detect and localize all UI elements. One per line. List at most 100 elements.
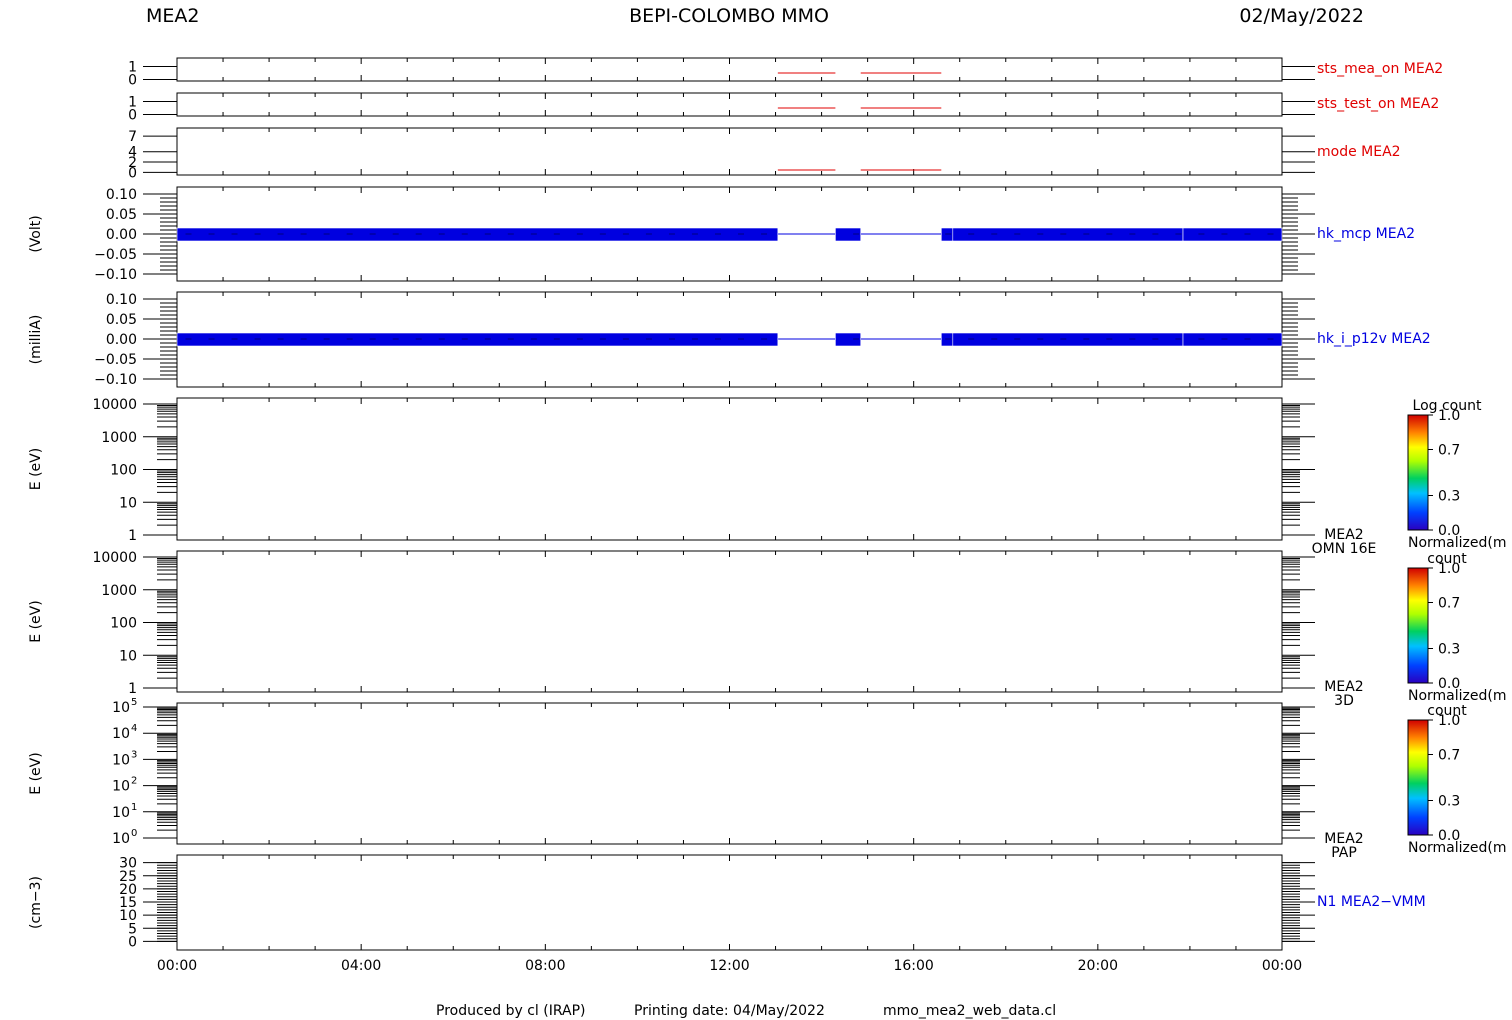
y-tick-label: 0 [128, 934, 137, 950]
panel-3d: 100001000100101E (eV)MEA23Dcount1.00.70.… [28, 550, 1507, 709]
colorbar-tick-label: 1.0 [1438, 561, 1460, 577]
footer-printing-date: Printing date: 04/May/2022 [634, 1003, 825, 1019]
x-tick-label: 12:00 [709, 958, 749, 974]
colorbar [1407, 719, 1429, 836]
x-tick-label: 20:00 [1078, 958, 1118, 974]
panel-frame [176, 397, 1283, 541]
colorbar-tick-label: 0.3 [1438, 642, 1460, 658]
y-axis-label: E (eV) [28, 752, 44, 794]
y-axis-label: (cm−3) [28, 876, 44, 929]
y-tick-label: 0.00 [106, 227, 137, 243]
x-axis: 00:00 04:00 08:00 12:00 16:00 20:00 00:00 [157, 958, 1302, 974]
header-date: 02/May/2022 [1239, 5, 1364, 27]
y-tick-exponent: 3 [131, 749, 137, 760]
panel-label: 3D [1334, 693, 1354, 709]
y-tick-label: 0.00 [106, 332, 137, 348]
panel-hk_mcp: 0.10 0.05 0.00 −0.05 −0.10 (Volt) hk_mcp MEA2 [28, 186, 1415, 283]
y-tick-label: −0.05 [94, 247, 137, 263]
colorbar-footer: Normalized(m [1408, 688, 1507, 704]
colorbar-tick-label: 0.3 [1438, 794, 1460, 810]
colorbar-tick-label: 0.7 [1438, 748, 1460, 764]
y-axis-label: E (eV) [28, 448, 44, 490]
header-instrument: MEA2 [146, 5, 199, 27]
y-tick-exponent: 2 [131, 776, 137, 787]
colorbar-tick-label: 1.0 [1438, 713, 1460, 729]
footer: Produced by cl (IRAP) Printing date: 04/… [436, 1003, 1056, 1019]
panel-frame [176, 127, 1283, 176]
y-tick-exponent: 5 [131, 697, 137, 708]
y-tick-exponent: 0 [131, 828, 137, 839]
y-tick-label: −0.10 [94, 267, 137, 283]
y-tick-label: 0 [128, 108, 137, 124]
y-tick-label: 10 [112, 805, 130, 821]
y-tick-label: 10 [112, 752, 130, 768]
y-tick-label: 10000 [92, 550, 137, 566]
y-tick-label: 100 [110, 616, 137, 632]
y-tick-label: 1000 [101, 430, 137, 446]
footer-script: mmo_mea2_web_data.cl [883, 1003, 1056, 1019]
x-tick-label: 00:00 [1262, 958, 1302, 974]
series-label: hk_mcp MEA2 [1317, 226, 1415, 242]
y-tick-label: 7 [128, 129, 137, 145]
y-tick-label: 0 [128, 73, 137, 89]
panel-frame [176, 550, 1283, 693]
x-tick-label: 00:00 [157, 958, 197, 974]
colorbar-footer: Normalized(m [1408, 840, 1507, 856]
colorbar-tick-label: 0.3 [1438, 489, 1460, 505]
y-axis-label: E (eV) [28, 600, 44, 642]
panel-sts_test_on: 10sts_test_on MEA2 [128, 92, 1439, 124]
panel-hk_i_p12v: 0.10 0.05 0.00 −0.05 −0.10 (milliA) hk_i_p12v … [28, 291, 1431, 388]
data-block [952, 332, 1184, 347]
colorbar-tick-label: 0.7 [1438, 443, 1460, 459]
panel-pap: 10 510 410 310 210 110 0E (eV)MEA2PAPcount1.00… [28, 697, 1507, 861]
y-tick-label: −0.05 [94, 352, 137, 368]
header: MEA2 BEPI-COLOMBO MMO 02/May/2022 [146, 5, 1364, 27]
y-tick-label: 0 [128, 165, 137, 181]
y-tick-label: 0.10 [106, 187, 137, 203]
panel-n1: 302520151050(cm−3) N1 MEA2−VMM [28, 854, 1426, 951]
y-tick-label: 1 [128, 528, 137, 544]
header-mission: BEPI-COLOMBO MMO [629, 5, 829, 27]
series-label: sts_test_on MEA2 [1317, 96, 1439, 112]
x-tick-label: 08:00 [525, 958, 565, 974]
y-tick-exponent: 4 [131, 723, 137, 734]
y-tick-label: 10 [112, 779, 130, 795]
data-block [952, 227, 1184, 242]
x-tick-label: 04:00 [341, 958, 381, 974]
panel-label: OMN 16E [1312, 541, 1377, 557]
panel-sts_mea_on: 10sts_mea_on MEA2 [128, 57, 1443, 89]
colorbar-tick-label: 0.7 [1438, 596, 1460, 612]
series-label: N1 MEA2−VMM [1317, 894, 1426, 910]
y-tick-label: 1 [128, 681, 137, 697]
panel-label: PAP [1331, 845, 1357, 861]
y-tick-label: 10 [112, 726, 130, 742]
colorbar [1407, 414, 1429, 531]
y-tick-label: 10000 [92, 397, 137, 413]
panel-frame [176, 702, 1283, 845]
panel-mode: 7420mode MEA2 [128, 127, 1401, 181]
y-axis-label: (milliA) [28, 315, 44, 365]
y-tick-label: 10 [112, 831, 130, 847]
y-tick-label: 10 [119, 495, 137, 511]
data-block [1182, 332, 1283, 347]
y-axis-label: (Volt) [28, 215, 44, 252]
y-tick-label: 10 [112, 700, 130, 716]
series-label: sts_mea_on MEA2 [1317, 61, 1443, 77]
data-block [176, 227, 779, 242]
data-block [176, 332, 779, 347]
series-label: mode MEA2 [1317, 144, 1401, 160]
x-tick-label: 16:00 [893, 958, 933, 974]
y-tick-label: 100 [110, 463, 137, 479]
y-tick-label: −0.10 [94, 372, 137, 388]
y-tick-label: 0.05 [106, 207, 137, 223]
panel-omn16e: 100001000100101E (eV)MEA2OMN 16ELog coun… [28, 397, 1507, 557]
colorbar-tick-label: 1.0 [1438, 408, 1460, 424]
panel-frame [176, 854, 1283, 951]
data-block [1182, 227, 1283, 242]
series-label: hk_i_p12v MEA2 [1317, 331, 1431, 347]
footer-produced-by: Produced by cl (IRAP) [436, 1003, 586, 1019]
y-tick-exponent: 1 [131, 802, 137, 813]
colorbar [1407, 567, 1429, 684]
y-tick-label: 1000 [101, 583, 137, 599]
colorbar-footer: Normalized(m [1408, 535, 1507, 551]
